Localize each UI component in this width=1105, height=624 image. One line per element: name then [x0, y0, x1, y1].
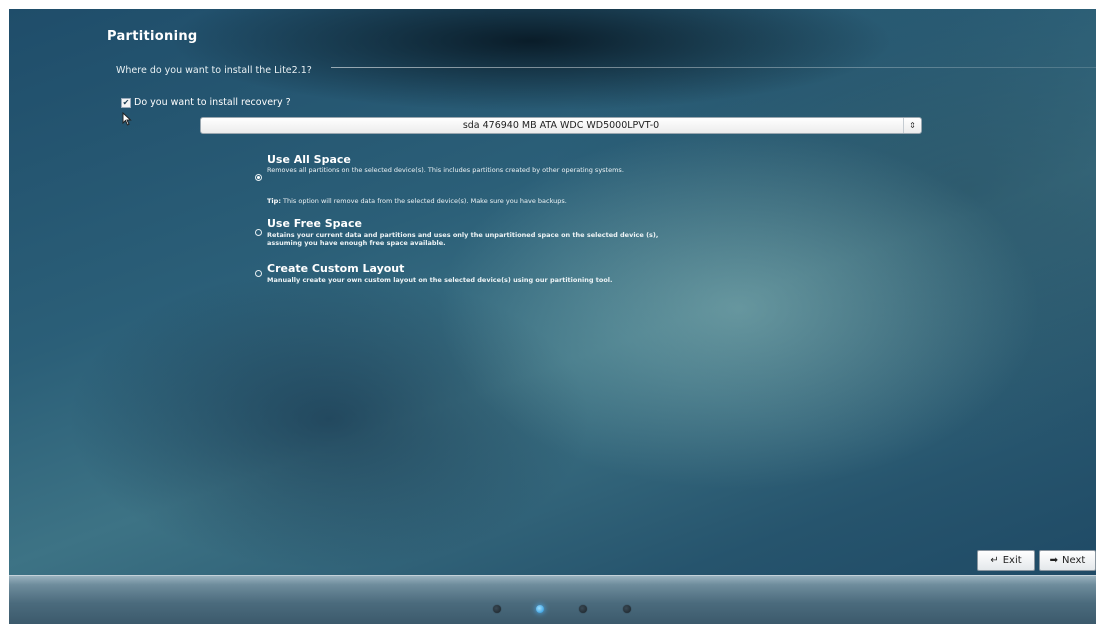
device-select-value: sda 476940 MB ATA WDC WD5000LPVT-0 [462, 120, 660, 131]
tip-body: This option will remove data from the se… [280, 197, 567, 205]
option-title: Use All Space [267, 153, 351, 166]
exit-button[interactable]: ↵ Exit [977, 550, 1035, 571]
installer-screen: Partitioning Where do you want to instal… [9, 9, 1096, 624]
radio-use-free-space[interactable] [255, 229, 262, 236]
mouse-pointer-icon [122, 112, 132, 126]
option-title: Create Custom Layout [267, 262, 405, 275]
step-indicator-dot [623, 605, 631, 613]
step-indicator-dot [579, 605, 587, 613]
tip-text: Tip: This option will remove data from t… [267, 197, 567, 205]
device-select[interactable]: sda 476940 MB ATA WDC WD5000LPVT-0 ⇕ [200, 117, 922, 134]
option-title: Use Free Space [267, 217, 362, 230]
option-description: Removes all partitions on the selected d… [267, 166, 624, 174]
radio-use-all-space[interactable] [255, 174, 262, 181]
footer-bar [9, 575, 1096, 624]
option-description: Retains your current data and partitions… [267, 231, 659, 247]
next-button[interactable]: ➡ Next [1039, 550, 1096, 571]
tip-label: Tip: [267, 197, 281, 205]
step-indicator-dot [493, 605, 501, 613]
install-question: Where do you want to install the Lite2.1… [116, 65, 312, 76]
option-description: Manually create your own custom layout o… [267, 276, 613, 284]
page-title: Partitioning [107, 29, 198, 44]
next-button-label: Next [1062, 555, 1086, 566]
recovery-label: Do you want to install recovery ? [134, 97, 291, 108]
exit-button-label: Exit [1002, 555, 1022, 566]
header-divider [331, 67, 1096, 68]
step-indicator-dot-active [536, 605, 544, 613]
select-arrows-icon[interactable]: ⇕ [903, 118, 921, 133]
return-arrow-icon: ↵ [990, 555, 999, 566]
radio-create-custom-layout[interactable] [255, 270, 262, 277]
recovery-option[interactable]: ✔ Do you want to install recovery ? [121, 97, 291, 108]
right-arrow-icon: ➡ [1049, 555, 1059, 566]
recovery-checkbox[interactable]: ✔ [121, 97, 131, 108]
